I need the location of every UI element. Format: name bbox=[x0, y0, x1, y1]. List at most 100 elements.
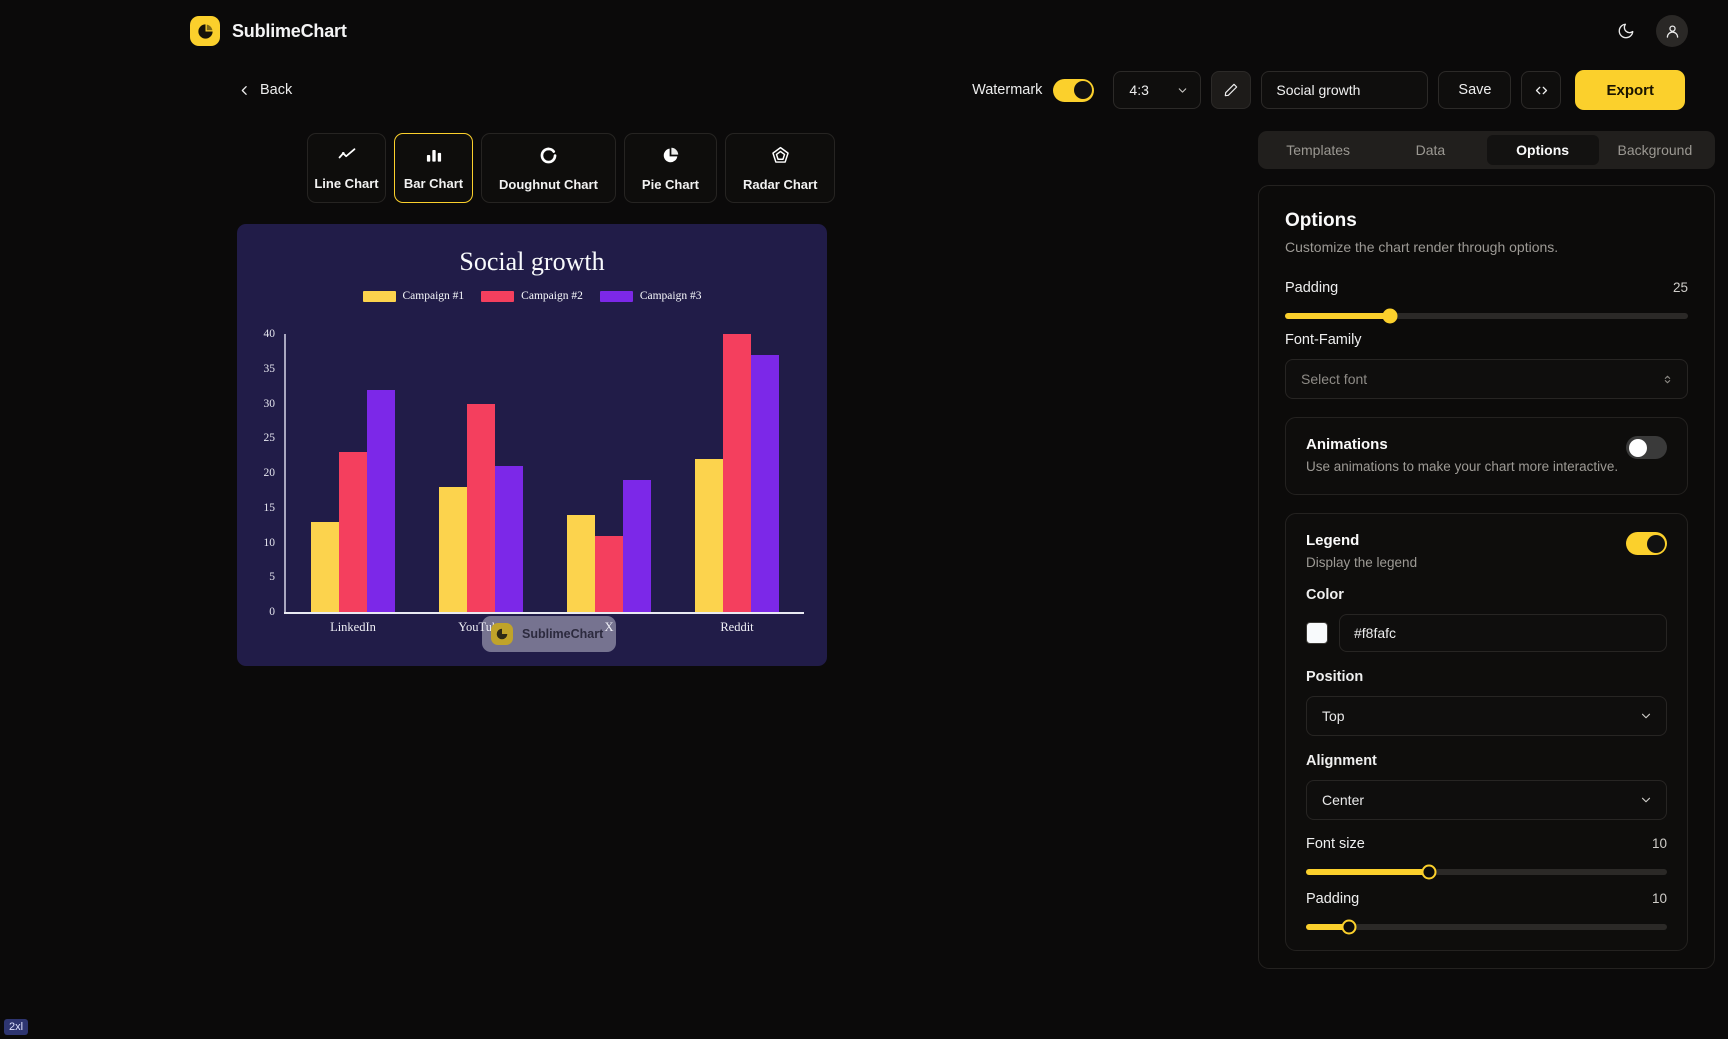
animations-toggle[interactable] bbox=[1626, 436, 1667, 459]
line-chart-icon bbox=[337, 145, 357, 165]
animations-description: Use animations to make your chart more i… bbox=[1306, 459, 1626, 474]
legend-font-size-label: Font size bbox=[1306, 836, 1365, 852]
bar[interactable] bbox=[339, 452, 367, 612]
legend-color-swatch[interactable] bbox=[1306, 622, 1328, 644]
chart-type-pie[interactable]: Pie Chart bbox=[624, 133, 717, 203]
slider-thumb[interactable] bbox=[1421, 865, 1436, 880]
app-root: SublimeChart Back bbox=[0, 0, 1728, 1039]
y-tick-label: 20 bbox=[237, 467, 275, 479]
bar[interactable] bbox=[751, 355, 779, 612]
bar[interactable] bbox=[723, 334, 751, 612]
bar[interactable] bbox=[439, 487, 467, 612]
legend-swatch bbox=[363, 291, 396, 302]
aspect-ratio-value: 4:3 bbox=[1129, 82, 1148, 98]
y-tick-label: 40 bbox=[237, 328, 275, 340]
y-tick-label: 5 bbox=[237, 571, 275, 583]
save-label: Save bbox=[1458, 82, 1491, 98]
chart-type-line[interactable]: Line Chart bbox=[307, 133, 386, 203]
chart-type-bar[interactable]: Bar Chart bbox=[394, 133, 473, 203]
chart-type-bar-label: Bar Chart bbox=[404, 176, 463, 191]
legend-padding-slider[interactable] bbox=[1306, 924, 1667, 930]
toggle-knob bbox=[1074, 81, 1092, 99]
watermark-toggle[interactable] bbox=[1053, 79, 1094, 102]
slider-thumb[interactable] bbox=[1382, 309, 1397, 324]
toggle-knob bbox=[1647, 535, 1665, 553]
bar[interactable] bbox=[595, 536, 623, 612]
chart-plot: 4035302520151050 LinkedInYouTubeXReddit bbox=[237, 324, 827, 624]
padding-slider[interactable] bbox=[1285, 313, 1688, 319]
slider-thumb[interactable] bbox=[1342, 920, 1357, 935]
x-tick-label: Reddit bbox=[673, 620, 801, 635]
animations-title: Animations bbox=[1306, 436, 1626, 453]
padding-row: Padding 25 bbox=[1285, 280, 1688, 296]
watermark-overlay: SublimeChart bbox=[482, 616, 616, 652]
brand[interactable]: SublimeChart bbox=[190, 16, 347, 46]
chart-type-radar-label: Radar Chart bbox=[743, 177, 817, 192]
bar[interactable] bbox=[623, 480, 651, 612]
chart-type-doughnut[interactable]: Doughnut Chart bbox=[481, 133, 616, 203]
bar[interactable] bbox=[567, 515, 595, 612]
tab-background[interactable]: Background bbox=[1599, 135, 1711, 165]
x-tick-label: LinkedIn bbox=[289, 620, 417, 635]
save-button[interactable]: Save bbox=[1438, 71, 1511, 109]
bar-groups bbox=[289, 334, 801, 612]
legend-label: Campaign #1 bbox=[403, 290, 465, 302]
view-code-button[interactable] bbox=[1521, 71, 1561, 109]
moon-icon[interactable] bbox=[1610, 15, 1642, 47]
font-family-select[interactable]: Select font bbox=[1285, 359, 1688, 399]
toggle-knob bbox=[1629, 439, 1647, 457]
watermark-control: Watermark bbox=[972, 79, 1094, 102]
legend-alignment-label: Alignment bbox=[1306, 753, 1667, 769]
tab-background-label: Background bbox=[1618, 142, 1693, 158]
chart-preview[interactable]: Social growth Campaign #1 Campaign #2 Ca… bbox=[237, 224, 827, 666]
aspect-ratio-select[interactable]: 4:3 bbox=[1113, 71, 1201, 109]
pie-chart-icon bbox=[491, 623, 513, 645]
watermark-label: Watermark bbox=[972, 82, 1042, 98]
legend-padding-label: Padding bbox=[1306, 891, 1359, 907]
editor-toolbar: Back Watermark 4:3 bbox=[0, 62, 1728, 118]
legend-font-size-slider[interactable] bbox=[1306, 869, 1667, 875]
bar-group bbox=[289, 334, 417, 612]
user-icon[interactable] bbox=[1656, 15, 1688, 47]
animations-card: Animations Use animations to make your c… bbox=[1285, 417, 1688, 495]
legend-font-size-value: 10 bbox=[1652, 836, 1667, 851]
legend-padding-row: Padding 10 bbox=[1306, 891, 1667, 907]
bar[interactable] bbox=[495, 466, 523, 612]
tab-data-label: Data bbox=[1416, 142, 1446, 158]
export-button[interactable]: Export bbox=[1575, 70, 1685, 110]
tab-options[interactable]: Options bbox=[1487, 135, 1599, 165]
bar[interactable] bbox=[467, 404, 495, 613]
legend-color-input[interactable] bbox=[1339, 614, 1667, 652]
legend-alignment-select[interactable]: Center bbox=[1306, 780, 1667, 820]
back-button[interactable]: Back bbox=[238, 82, 292, 98]
header-actions bbox=[1610, 15, 1688, 47]
legend-toggle[interactable] bbox=[1626, 532, 1667, 555]
bar[interactable] bbox=[311, 522, 339, 612]
chart-type-radar[interactable]: Radar Chart bbox=[725, 133, 835, 203]
legend-color-label: Color bbox=[1306, 587, 1667, 603]
bar[interactable] bbox=[367, 390, 395, 612]
legend-header: Legend Display the legend bbox=[1306, 532, 1667, 570]
panel-tabs: Templates Data Options Background bbox=[1258, 131, 1715, 169]
edit-title-button[interactable] bbox=[1211, 71, 1251, 109]
legend-alignment-value: Center bbox=[1322, 792, 1364, 808]
legend-color-row bbox=[1306, 614, 1667, 652]
tab-templates[interactable]: Templates bbox=[1262, 135, 1374, 165]
legend-item: Campaign #2 bbox=[481, 290, 583, 302]
legend-item: Campaign #1 bbox=[363, 290, 465, 302]
padding-value: 25 bbox=[1673, 280, 1688, 295]
chart-type-line-label: Line Chart bbox=[314, 176, 378, 191]
y-tick-label: 0 bbox=[237, 606, 275, 618]
chart-type-pie-label: Pie Chart bbox=[642, 177, 699, 192]
chart-title-input[interactable] bbox=[1261, 71, 1428, 109]
chevron-down-icon bbox=[1176, 84, 1189, 97]
watermark-text: SublimeChart bbox=[522, 627, 603, 641]
bar[interactable] bbox=[695, 459, 723, 612]
tab-data[interactable]: Data bbox=[1374, 135, 1486, 165]
legend-label: Campaign #3 bbox=[640, 290, 702, 302]
settings-panel: Templates Data Options Background Option… bbox=[1258, 131, 1728, 969]
legend-padding-value: 10 bbox=[1652, 891, 1667, 906]
legend-position-select[interactable]: Top bbox=[1306, 696, 1667, 736]
options-heading: Options bbox=[1285, 210, 1688, 232]
chevron-updown-icon bbox=[1661, 373, 1674, 386]
